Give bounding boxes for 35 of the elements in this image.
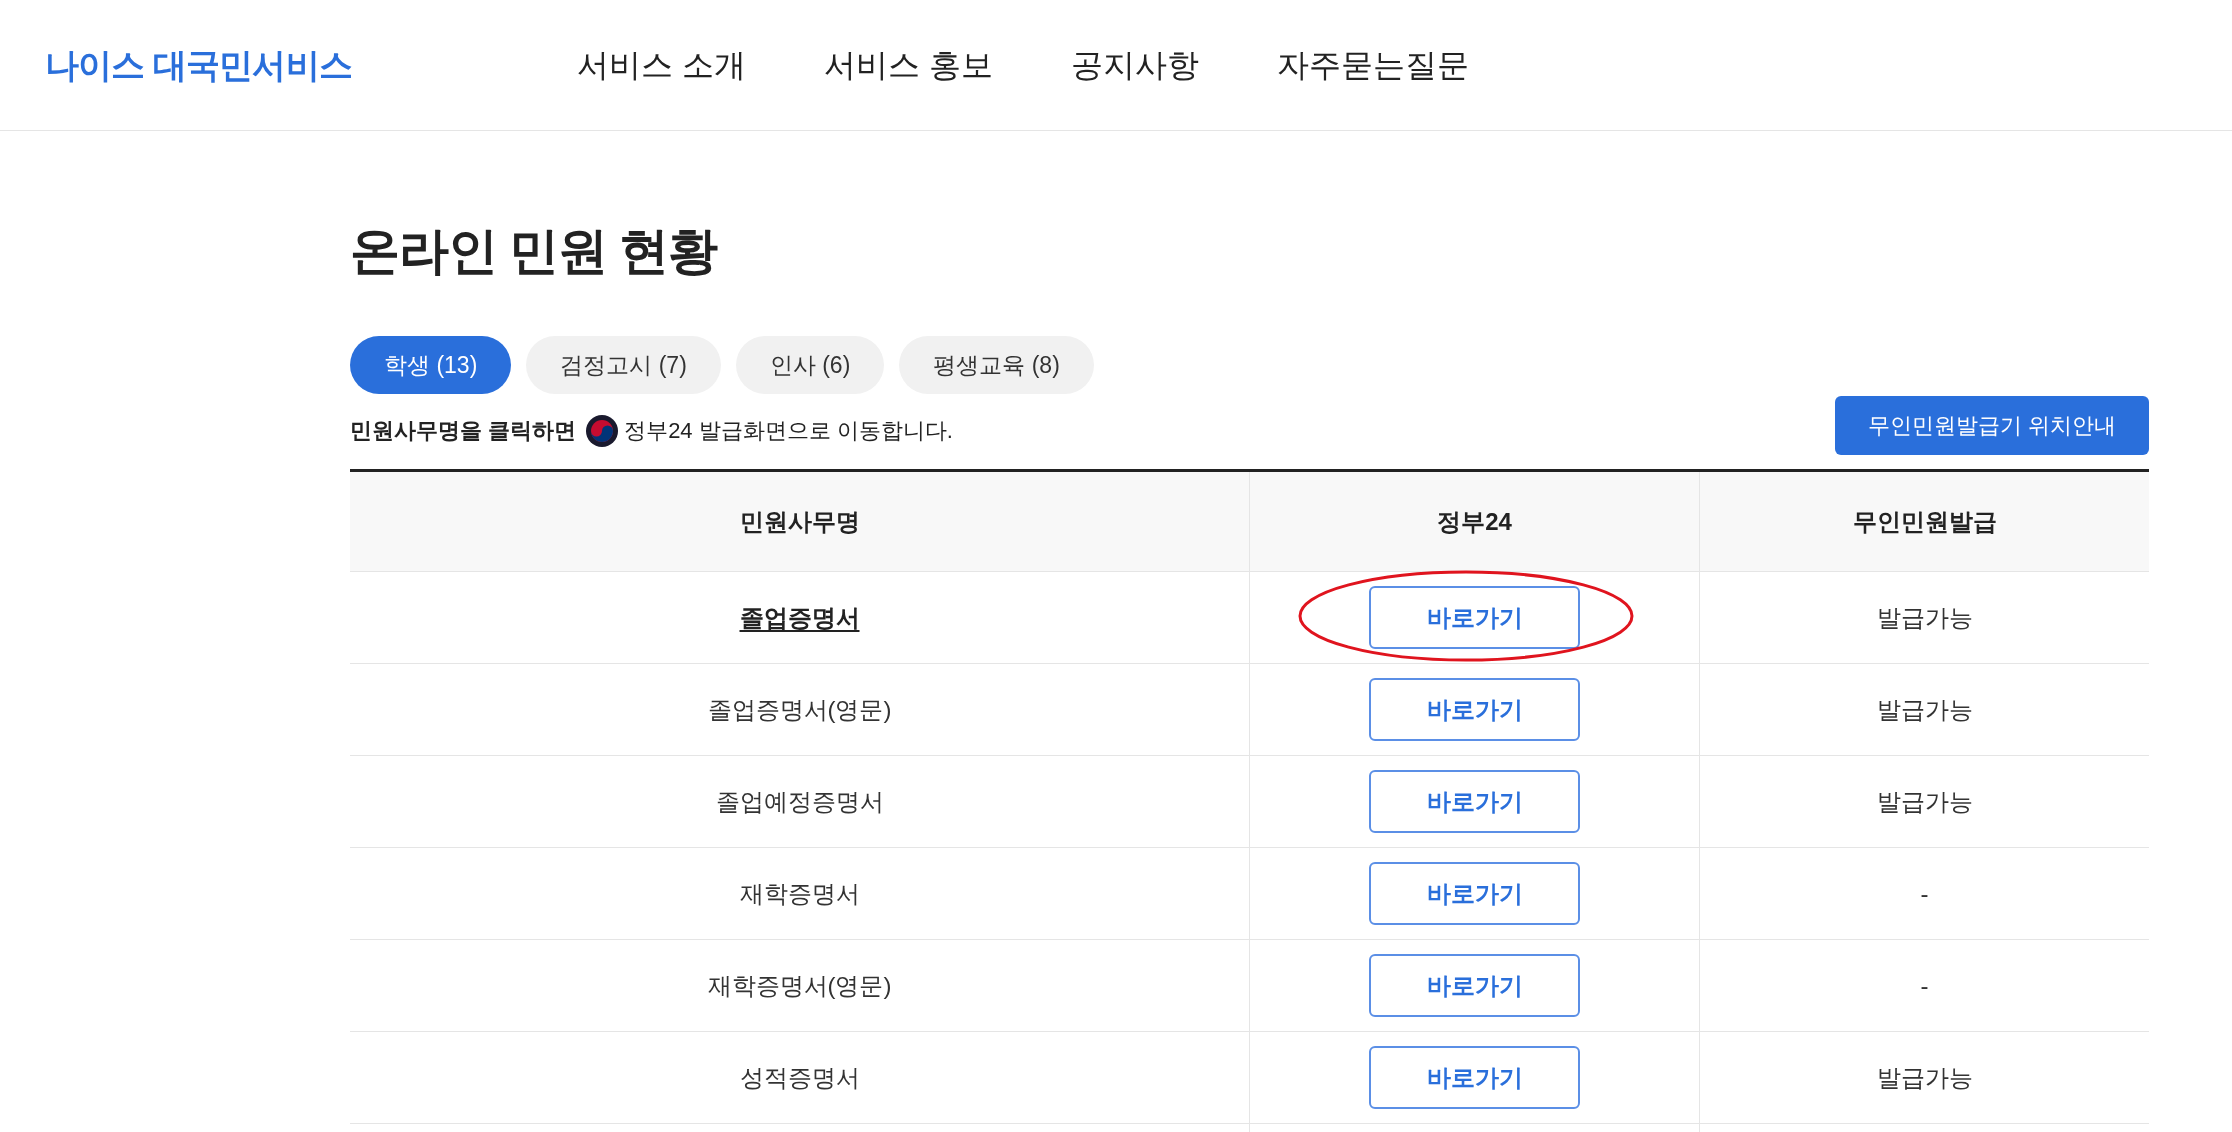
kiosk-location-button[interactable]: 무인민원발급기 위치안내 [1835,396,2149,455]
category-tab[interactable]: 학생 (13) [350,336,512,394]
service-name-link[interactable]: 졸업예정증명서 [715,783,884,820]
availability-text: 발급가능 [1876,786,1973,817]
nav-link[interactable]: 서비스 홍보 [823,41,993,89]
availability-text: 발급가능 [1876,694,1973,725]
notice-text: 정부24 발급화면으로 이동합니다. [624,417,953,445]
service-name-link[interactable]: 졸업증명서 [739,599,860,636]
category-tab[interactable]: 인사 (6) [735,336,885,394]
page-title: 온라인 민원 현황 [350,226,719,276]
category-tab[interactable]: 평생교육 (8) [899,336,1094,394]
taegeuk-icon [586,414,619,447]
go-button[interactable]: 바로가기 [1369,1046,1580,1109]
column-header: 민원사무명 [739,506,860,537]
go-button[interactable]: 바로가기 [1369,770,1580,833]
nav-link[interactable]: 자주묻는질문 [1276,41,1469,89]
availability-text: - [1920,970,1929,1001]
availability-text: - [1920,878,1929,909]
service-name-link[interactable]: 재학증명서 [739,875,860,912]
site-logo[interactable]: 나이스 대국민서비스 [45,39,465,91]
nav-link[interactable]: 공지사항 [1070,41,1199,89]
go-button[interactable]: 바로가기 [1369,678,1580,741]
category-tab[interactable]: 검정고시 (7) [526,336,721,394]
service-name-link[interactable]: 졸업증명서(영문) [707,691,892,728]
availability-text: 발급가능 [1876,602,1973,633]
go-button[interactable]: 바로가기 [1369,586,1580,649]
column-header: 무인민원발급 [1852,506,1997,537]
go-button[interactable]: 바로가기 [1369,862,1580,925]
service-name-link[interactable]: 재학증명서(영문) [707,967,892,1004]
go-button[interactable]: 바로가기 [1369,954,1580,1017]
column-header: 정부24 [1437,506,1512,537]
service-name-link[interactable]: 성적증명서 [739,1059,860,1096]
availability-text: 발급가능 [1876,1062,1973,1093]
nav-link[interactable]: 서비스 소개 [577,41,746,89]
notice-text: 민원사무명을 클릭하면 [350,417,577,445]
